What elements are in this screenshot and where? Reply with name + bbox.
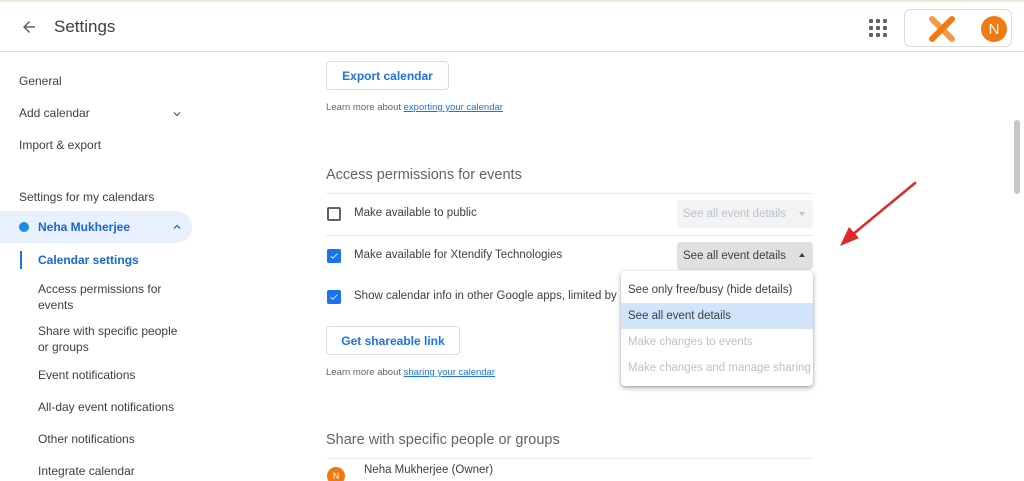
sidebar-item-access-permissions[interactable]: Access permissions for events	[38, 281, 188, 313]
permission-dropdown-menu: See only free/busy (hide details) See al…	[621, 271, 813, 386]
share-learn-link[interactable]: sharing your calendar	[404, 367, 495, 378]
account-area: N	[904, 9, 1012, 47]
sidebar-item-event-notifications[interactable]: Event notifications	[38, 367, 188, 383]
menu-item-make-changes: Make changes to events	[628, 336, 753, 348]
calendar-color-dot	[19, 222, 29, 232]
menu-item-free-busy[interactable]: See only free/busy (hide details)	[621, 277, 813, 303]
sidebar-item-calendar[interactable]: Neha Mukherjee	[0, 211, 192, 243]
public-checkbox[interactable]	[327, 207, 341, 221]
owner-name: Neha Mukherjee (Owner)	[364, 464, 494, 476]
sidebar-item-other-notifications[interactable]: Other notifications	[38, 431, 188, 447]
red-arrow-icon	[840, 181, 917, 246]
divider	[326, 193, 813, 194]
export-learn-link[interactable]: exporting your calendar	[404, 102, 503, 113]
organization-permission-select[interactable]: See all event details	[677, 242, 813, 270]
divider	[326, 235, 813, 236]
export-calendar-button[interactable]: Export calendar	[326, 61, 449, 90]
chevron-up-icon[interactable]	[170, 220, 184, 234]
share-people-title: Share with specific people or groups	[326, 432, 560, 448]
account-avatar[interactable]: N	[981, 16, 1007, 42]
get-shareable-link-button[interactable]: Get shareable link	[326, 326, 460, 355]
organization-checkbox[interactable]	[327, 249, 341, 263]
page-title: Settings	[54, 17, 116, 36]
public-permission-label: Make available to public	[354, 207, 477, 219]
sidebar-item-import-export[interactable]: Import & export	[19, 138, 101, 152]
export-learn-more: Learn more about exporting your calendar	[326, 102, 503, 113]
google-apps-checkbox[interactable]	[327, 290, 341, 304]
menu-item-manage-sharing: Make changes and manage sharing	[628, 362, 811, 374]
check-icon	[330, 294, 338, 300]
brand-logo-icon	[929, 16, 955, 42]
active-indicator	[20, 251, 22, 269]
app-header: Settings N	[0, 0, 1024, 52]
page-scrollbar[interactable]	[1014, 120, 1020, 194]
arrow-back-icon	[23, 21, 35, 33]
owner-avatar: N	[327, 467, 345, 481]
divider	[326, 458, 813, 459]
share-learn-more: Learn more about sharing your calendar	[326, 367, 495, 378]
menu-item-all-details[interactable]: See all event details	[621, 303, 813, 329]
sidebar-item-add-calendar[interactable]: Add calendar	[19, 106, 90, 120]
check-icon	[330, 253, 338, 259]
calendar-name: Neha Mukherjee	[38, 220, 131, 234]
settings-sidebar: General Add calendar Import & export Set…	[0, 53, 200, 481]
chevron-down-icon[interactable]	[170, 107, 184, 121]
organization-permission-label: Make available for Xtendify Technologies	[354, 249, 563, 261]
google-apps-permission-label: Show calendar info in other Google apps,…	[354, 290, 620, 302]
caret-down-icon	[799, 212, 805, 216]
sidebar-item-allday-notifications[interactable]: All-day event notifications	[38, 399, 188, 415]
sidebar-item-integrate-calendar[interactable]: Integrate calendar	[38, 463, 188, 479]
sidebar-item-calendar-settings[interactable]: Calendar settings	[38, 252, 188, 268]
apps-grid-button[interactable]	[866, 16, 890, 40]
sidebar-item-general[interactable]: General	[19, 74, 62, 88]
back-button[interactable]	[16, 14, 42, 40]
apps-grid-icon	[869, 19, 873, 23]
caret-up-icon	[799, 253, 805, 257]
sidebar-section-label: Settings for my calendars	[19, 190, 155, 204]
sidebar-item-share-people[interactable]: Share with specific people or groups	[38, 323, 188, 355]
public-permission-select[interactable]: See all event details	[677, 200, 813, 228]
access-permissions-title: Access permissions for events	[326, 167, 522, 183]
